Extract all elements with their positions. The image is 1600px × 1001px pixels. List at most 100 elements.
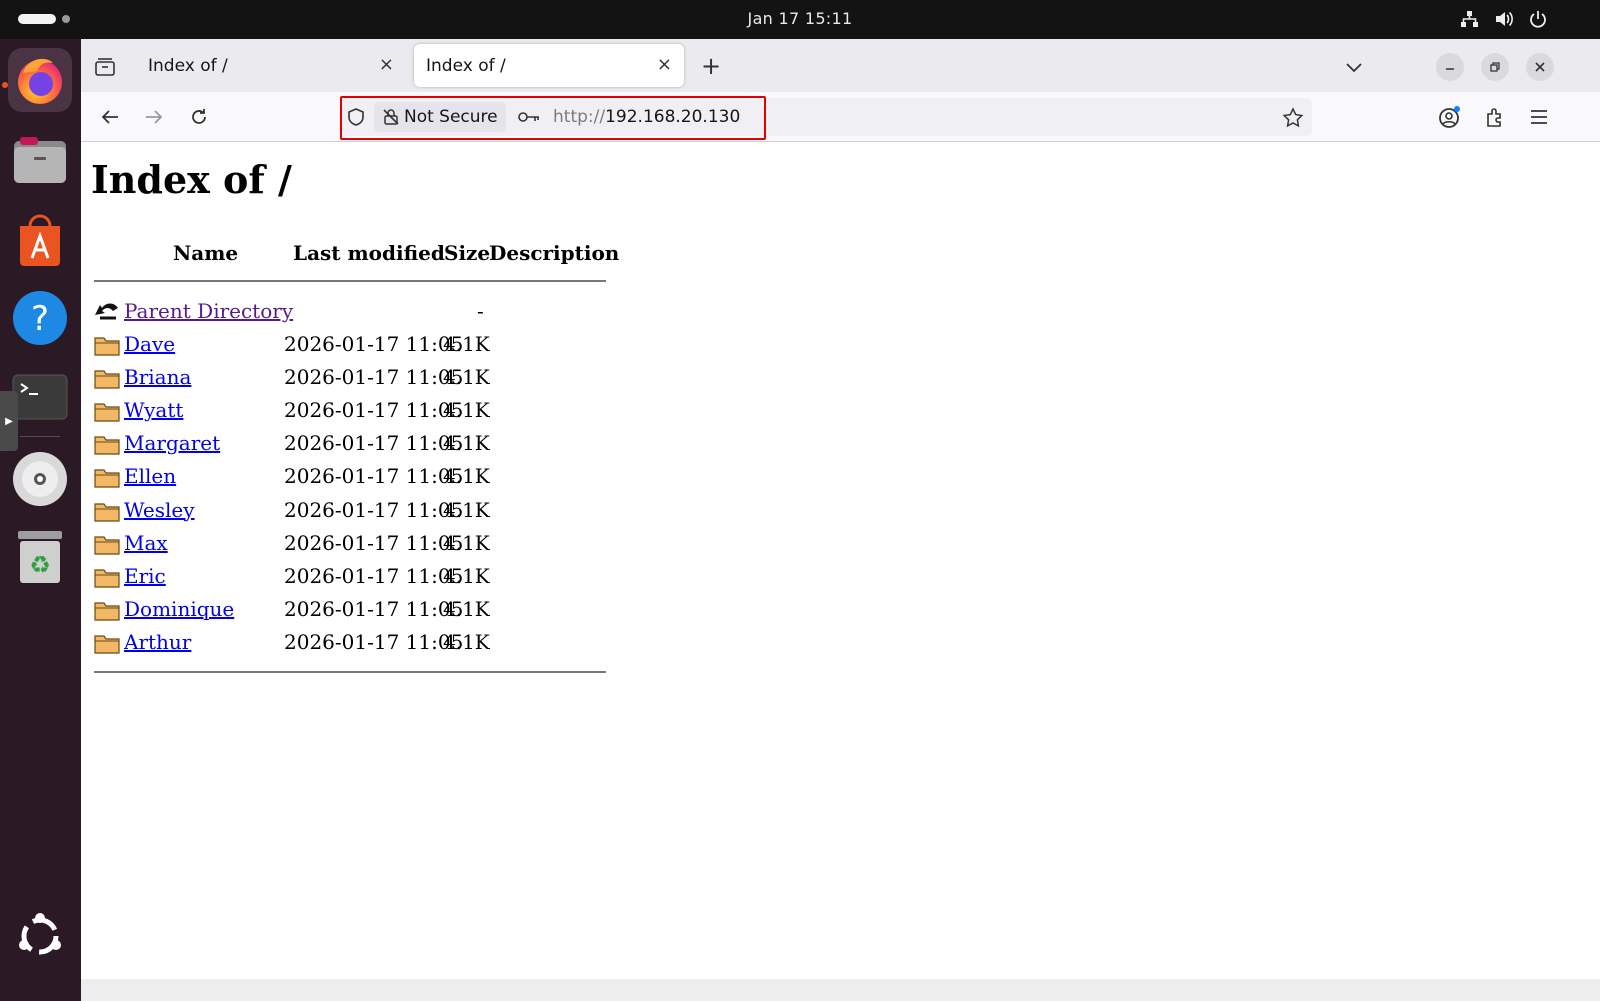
folder-link[interactable]: Ellen	[124, 464, 176, 488]
folder-link[interactable]: Dave	[124, 332, 175, 356]
last-modified-cell: 2026-01-17 11:05	[284, 398, 464, 423]
folder-link[interactable]: Arthur	[124, 630, 191, 654]
folder-link[interactable]: Max	[124, 531, 168, 555]
last-modified-cell: 2026-01-17 11:05	[284, 464, 464, 489]
column-header-description[interactable]: Description	[489, 241, 619, 265]
window-bottom-edge	[81, 979, 1600, 1001]
folder-link[interactable]: Wyatt	[124, 398, 183, 422]
table-row: Wyatt 2026-01-17 11:05 4.1K	[94, 397, 694, 427]
parent-size: -	[477, 299, 484, 323]
tab-close-button[interactable]: ×	[379, 54, 394, 75]
header-divider	[94, 280, 606, 282]
extensions-icon	[1487, 108, 1501, 127]
back-button[interactable]	[95, 103, 125, 131]
size-cell: 4.1K	[443, 464, 490, 489]
folder-icon	[94, 535, 120, 555]
tab-1[interactable]: Index of / ×	[136, 44, 406, 87]
firefox-icon	[18, 58, 62, 104]
folder-icon	[94, 436, 120, 455]
list-all-tabs-button[interactable]	[1339, 53, 1369, 81]
system-top-bar: Jan 17 15:11	[0, 0, 1600, 39]
folder-icon	[94, 569, 120, 588]
volume-icon[interactable]	[1494, 9, 1514, 29]
size-cell: 4.1K	[443, 431, 490, 456]
tab-strip: Index of / × Index of / × +	[81, 39, 1600, 92]
folder-link[interactable]: Briana	[124, 365, 191, 389]
account-icon	[1439, 106, 1460, 128]
parent-directory-row: Parent Directory -	[94, 298, 694, 328]
dock-files[interactable]	[8, 128, 72, 192]
dock-show-apps[interactable]	[8, 904, 72, 968]
reload-button[interactable]	[184, 103, 214, 131]
last-modified-cell: 2026-01-17 11:05	[284, 431, 464, 456]
page-title: Index of /	[91, 157, 292, 202]
terminal-icon	[12, 374, 68, 420]
dock-app-center[interactable]	[8, 207, 72, 271]
url-highlight-box	[340, 96, 766, 140]
folder-link[interactable]: Eric	[124, 564, 166, 588]
last-modified-cell: 2026-01-17 11:05	[284, 596, 464, 621]
size-cell: 4.1K	[443, 332, 490, 356]
parent-directory-link[interactable]: Parent Directory	[124, 299, 293, 323]
network-icon[interactable]	[1459, 9, 1479, 29]
ubuntu-logo-icon	[19, 913, 61, 955]
new-tab-button[interactable]: +	[696, 51, 726, 81]
size-cell: 4.1K	[443, 365, 490, 390]
minimize-button[interactable]	[1436, 53, 1464, 81]
dock-separator	[20, 436, 60, 437]
table-row: Eric 2026-01-17 11:05 4.1K	[94, 563, 694, 593]
tab-list-icon	[95, 58, 115, 76]
app-center-icon	[20, 214, 60, 266]
files-icon	[14, 137, 66, 183]
last-modified-cell: 2026-01-17 11:05	[284, 497, 464, 522]
dock-firefox[interactable]	[8, 48, 72, 112]
last-modified-cell: 2026-01-17 11:05	[284, 530, 464, 555]
help-icon: ?	[13, 291, 67, 345]
browser-window: Index of / × Index of / × + Not Secure h…	[81, 39, 1600, 979]
dock: ? ▶ ♻	[0, 39, 81, 1001]
folder-icon	[94, 602, 120, 621]
svg-text:♻: ♻	[29, 551, 51, 579]
table-row: Max 2026-01-17 11:05 4.1K	[94, 530, 694, 560]
tab-2-active[interactable]: Index of / ×	[414, 44, 684, 87]
forward-button[interactable]	[139, 103, 169, 131]
column-header-last-modified[interactable]: Last modified	[293, 241, 445, 265]
menu-icon	[1531, 110, 1547, 124]
column-header-size[interactable]: Size	[444, 241, 490, 265]
table-row: Dave 2026-01-17 11:05 4.1K	[94, 331, 694, 361]
tab-title: Index of /	[426, 56, 506, 76]
back-icon	[101, 110, 118, 124]
power-icon[interactable]	[1528, 9, 1548, 29]
close-window-button[interactable]	[1526, 53, 1554, 81]
folder-link[interactable]: Wesley	[124, 498, 195, 522]
folder-icon	[94, 337, 120, 356]
last-modified-cell: 2026-01-17 11:05	[284, 563, 464, 588]
bookmark-star-icon[interactable]	[1282, 107, 1304, 129]
dock-disc[interactable]	[8, 447, 72, 511]
last-modified-cell: 2026-01-17 11:05	[284, 365, 464, 390]
folder-icon	[94, 635, 120, 654]
folder-icon	[94, 370, 120, 389]
folder-icon	[94, 403, 120, 422]
table-row: Margaret 2026-01-17 11:05 4.1K	[94, 430, 694, 460]
dock-trash[interactable]: ♻	[8, 525, 72, 589]
account-button[interactable]	[1435, 103, 1465, 131]
folder-link[interactable]: Margaret	[124, 431, 220, 455]
tab-close-button[interactable]: ×	[657, 54, 672, 75]
restore-button[interactable]	[1481, 53, 1509, 81]
dock-help[interactable]: ?	[8, 286, 72, 350]
minimize-icon	[1446, 68, 1454, 70]
extensions-button[interactable]	[1480, 103, 1510, 131]
last-modified-cell: 2026-01-17 11:05	[284, 629, 464, 654]
tab-overview-button[interactable]	[91, 53, 119, 81]
app-menu-button[interactable]	[1524, 103, 1554, 131]
trash-icon: ♻	[18, 531, 62, 583]
folder-link[interactable]: Dominique	[124, 597, 234, 621]
clock[interactable]: Jan 17 15:11	[0, 9, 1600, 28]
dock-expand-handle[interactable]: ▶	[0, 391, 18, 451]
table-row: Briana 2026-01-17 11:05 4.1K	[94, 364, 694, 394]
back-arrow-icon	[95, 303, 118, 320]
restore-icon	[1490, 62, 1500, 72]
svg-text:?: ?	[31, 299, 49, 339]
column-header-name[interactable]: Name	[173, 241, 238, 265]
